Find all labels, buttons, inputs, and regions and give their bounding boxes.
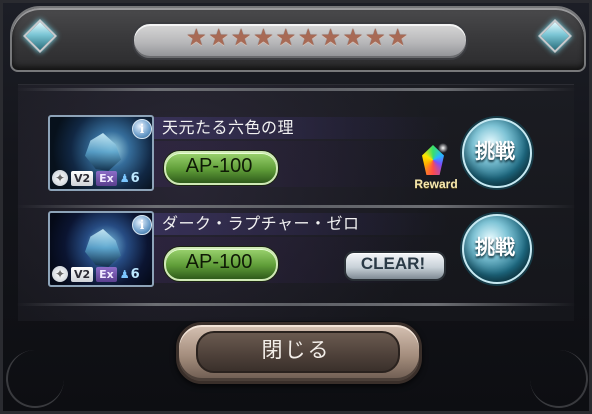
challenge-label[interactable]: 挑戦 <box>462 118 528 184</box>
star-icon: ★ <box>297 25 319 51</box>
difficulty-stars: ★ ★ ★ ★ ★ ★ ★ ★ ★ ★ <box>186 24 408 52</box>
star-icon: ★ <box>365 25 386 51</box>
element-icon: ✦ <box>52 170 68 186</box>
quest-row-2[interactable]: i ✦ V2 Ex 6 ダーク・ラプチャー・ゼロ AP-100 CLEAR! 挑… <box>48 211 540 297</box>
star-icon: ★ <box>230 25 252 51</box>
mode-badge: Ex <box>96 170 117 186</box>
info-icon[interactable]: i <box>132 215 152 235</box>
sparkle-icon <box>438 143 448 153</box>
quest-title: ダーク・ラプチャー・ゼロ <box>162 214 360 233</box>
quest-thumbnail[interactable]: i ✦ V2 Ex 6 <box>48 211 154 287</box>
star-icon: ★ <box>342 25 364 51</box>
ap-cost-label: AP-100 <box>185 155 253 177</box>
player-count: 6 <box>120 171 140 186</box>
reward-indicator: Reward <box>404 143 468 195</box>
star-icon: ★ <box>320 25 341 51</box>
quest-badges: ✦ V2 Ex 6 <box>52 265 140 283</box>
info-icon[interactable]: i <box>132 119 152 139</box>
reward-label: Reward <box>414 177 458 191</box>
element-icon: ✦ <box>52 266 68 282</box>
quest-title: 天元たる六色の理 <box>162 118 295 137</box>
star-icon: ★ <box>387 25 408 51</box>
corner-ornament-right <box>530 350 588 408</box>
clear-label: CLEAR! <box>360 254 426 273</box>
quest-badges: ✦ V2 Ex 6 <box>52 169 140 187</box>
divider <box>16 88 576 91</box>
corner-ornament-left <box>6 350 64 408</box>
close-button-label[interactable]: 閉じる <box>196 331 396 369</box>
quest-row-1[interactable]: i ✦ V2 Ex 6 天元たる六色の理 AP-100 Reward 挑戦 <box>48 115 540 201</box>
version-badge: V2 <box>71 170 94 186</box>
divider <box>16 205 576 208</box>
star-icon: ★ <box>208 25 229 51</box>
version-badge: V2 <box>71 266 94 282</box>
star-icon: ★ <box>253 25 274 51</box>
challenge-label[interactable]: 挑戦 <box>462 214 528 280</box>
divider <box>16 303 576 306</box>
star-icon: ★ <box>186 25 207 51</box>
ap-cost-label: AP-100 <box>185 251 253 273</box>
quest-thumbnail[interactable]: i ✦ V2 Ex 6 <box>48 115 154 191</box>
player-count: 6 <box>120 267 140 282</box>
star-icon: ★ <box>275 25 297 51</box>
mode-badge: Ex <box>96 266 117 282</box>
